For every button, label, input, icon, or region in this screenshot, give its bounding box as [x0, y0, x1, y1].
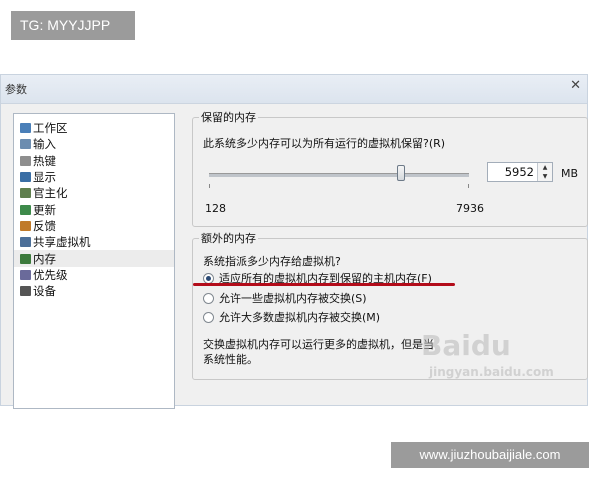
window-title: 参数 — [5, 83, 27, 96]
extra-memory-group: 额外的内存 系统指派多少内存给虚拟机? 适应所有的虚拟机内存到保留的主机内存(F… — [192, 230, 588, 380]
tree-item-icon — [20, 204, 31, 215]
tree-item-icon — [20, 188, 31, 199]
tree-item-label: 共享虚拟机 — [33, 235, 91, 250]
tree-item-icon — [20, 139, 31, 150]
tree-item-label: 热键 — [33, 153, 56, 168]
memory-value-spinbox[interactable]: 5952 ▲ ▼ — [487, 162, 553, 182]
tree-item-icon — [20, 269, 31, 280]
slider-tick-max — [468, 184, 469, 188]
tree-item-label: 输入 — [33, 137, 56, 152]
tree-item[interactable]: 更新 — [14, 201, 174, 217]
preferences-window: 参数 ✕ 工作区 输入 热键显示 官主化 更新 反馈共享虚拟机 内存 优先级设备 保留的内存 … — [0, 74, 588, 409]
tree-item[interactable]: 共享虚拟机 — [14, 234, 174, 250]
extra-memory-group-label: 额外的内存 — [199, 230, 258, 246]
tree-item[interactable]: 优先级 — [14, 267, 174, 283]
radio-most-swapped[interactable] — [203, 312, 214, 323]
bottom-tag: www.jiuzhoubaijiale.com — [391, 442, 589, 468]
title-bar: 参数 ✕ — [1, 75, 587, 104]
tree-item[interactable]: 显示 — [14, 169, 174, 185]
slider-max-label: 7936 — [456, 202, 484, 215]
watermark-url: jingyan.baidu.com — [429, 365, 554, 379]
slider-tick-min — [209, 184, 210, 188]
spin-buttons: ▲ ▼ — [537, 163, 552, 181]
top-tag: TG: MYYJJPP — [11, 11, 135, 40]
highlight-underline — [193, 283, 455, 286]
reserved-memory-question: 此系统多少内存可以为所有运行的虚拟机保留?(R) — [203, 137, 446, 150]
tree-item-label: 优先级 — [33, 267, 68, 282]
tree-item[interactable]: 官主化 — [14, 185, 174, 201]
tree-item[interactable]: 输入 — [14, 136, 174, 152]
tree-item-icon — [20, 253, 31, 264]
tree-item-label: 更新 — [33, 202, 56, 217]
tree-item-label: 工作区 — [33, 121, 68, 136]
tree-item-label: 显示 — [33, 170, 56, 185]
spin-down-icon[interactable]: ▼ — [538, 172, 552, 181]
radio-some-swapped[interactable] — [203, 293, 214, 304]
tree-item[interactable]: 工作区 — [14, 120, 174, 136]
tree-item-label: 反馈 — [33, 218, 56, 233]
spin-up-icon[interactable]: ▲ — [538, 163, 552, 172]
extra-memory-question: 系统指派多少内存给虚拟机? — [203, 255, 341, 268]
memory-slider-track[interactable] — [209, 173, 469, 177]
tree-item[interactable]: 设备 — [14, 283, 174, 299]
category-tree: 工作区 输入 热键显示 官主化 更新 反馈共享虚拟机 内存 优先级设备 — [13, 113, 175, 409]
tree-item-icon — [20, 220, 31, 231]
memory-value[interactable]: 5952 — [505, 165, 534, 179]
reserved-memory-group: 保留的内存 此系统多少内存可以为所有运行的虚拟机保留?(R) 128 7936 … — [192, 109, 588, 227]
option-some-swapped-label[interactable]: 允许一些虚拟机内存被交换(S) — [219, 290, 367, 306]
tree-item-label: 官主化 — [33, 186, 68, 201]
tree-item-icon — [20, 155, 31, 166]
description-line-2: 系统性能。 — [203, 353, 258, 366]
memory-slider-thumb[interactable] — [397, 165, 405, 181]
memory-unit: MB — [561, 167, 579, 180]
tree-item-label: 内存 — [33, 251, 56, 266]
tree-item[interactable]: 内存 — [14, 250, 174, 267]
tree-item-icon — [20, 123, 31, 134]
tree-item-icon — [20, 237, 31, 248]
tree-item[interactable]: 反馈 — [14, 218, 174, 234]
description-line-1: 交换虚拟机内存可以运行更多的虚拟机，但是当 — [203, 338, 434, 351]
option-most-swapped-label[interactable]: 允许大多数虚拟机内存被交换(M) — [219, 309, 380, 325]
tree-item-label: 设备 — [33, 284, 56, 299]
tree-item-icon — [20, 286, 31, 297]
slider-min-label: 128 — [205, 202, 226, 215]
reserved-memory-group-label: 保留的内存 — [199, 109, 258, 125]
watermark-brand: Baidu — [421, 329, 511, 362]
close-icon[interactable]: ✕ — [570, 78, 581, 93]
tree-item[interactable]: 热键 — [14, 153, 174, 169]
tree-item-icon — [20, 172, 31, 183]
